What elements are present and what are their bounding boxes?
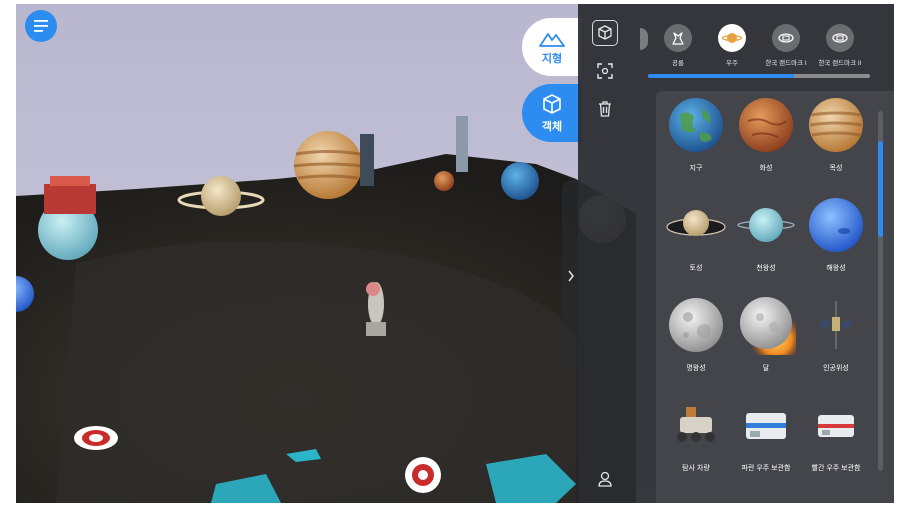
grid-scrollbar[interactable] — [878, 111, 883, 471]
item-label: 화성 — [759, 165, 773, 172]
3d-viewport[interactable]: 지형 객체 공룡 우주 한국 랜드마크 I 한국 랜드마크 II 지구 화성 목… — [16, 4, 894, 503]
landmark-icon — [826, 24, 854, 52]
item-label: 해왕성 — [826, 265, 846, 272]
item-earth[interactable]: 지구 — [662, 95, 730, 191]
cube-icon — [598, 25, 612, 40]
item-label: 탐사 차량 — [682, 465, 710, 472]
blue-storage-thumbnail — [746, 413, 786, 439]
item-saturn[interactable]: 토성 — [662, 195, 730, 291]
moon-thumbnail — [740, 297, 796, 355]
item-uranus[interactable]: 천왕성 — [732, 195, 800, 291]
item-moon[interactable]: 달 — [732, 295, 800, 391]
earth-thumbnail — [669, 98, 723, 152]
category-label: 공룡 — [672, 60, 684, 67]
object-tool-button[interactable] — [592, 20, 618, 46]
item-label: 명왕성 — [686, 365, 706, 372]
object-grid: 지구 화성 목성 토성 천왕성 해왕성 명왕성 달 인공위성 탐사 차량 파란 … — [656, 91, 894, 503]
item-label: 목성 — [829, 165, 843, 172]
category-label: 한국 랜드마크 II — [818, 60, 862, 67]
dinosaur-icon — [664, 24, 692, 52]
item-label: 파란 우주 보관함 — [741, 465, 791, 472]
red-storage-thumbnail — [818, 415, 854, 437]
uranus-thumbnail — [737, 208, 795, 242]
mars-thumbnail — [739, 98, 793, 152]
chevron-right-icon — [568, 270, 575, 282]
item-pluto[interactable]: 명왕성 — [662, 295, 730, 391]
item-red-storage[interactable]: 빨간 우주 보관함 — [802, 395, 870, 491]
item-label: 지구 — [689, 165, 703, 172]
category-bar: 공룡 우주 한국 랜드마크 I 한국 랜드마크 II — [646, 24, 894, 78]
category-landmark-2[interactable]: 한국 랜드마크 II — [808, 24, 872, 67]
item-mars[interactable]: 화성 — [732, 95, 800, 191]
category-label: 우주 — [726, 60, 738, 67]
item-label: 천왕성 — [756, 265, 776, 272]
user-icon — [598, 471, 612, 487]
tool-column — [578, 4, 633, 503]
item-label: 달 — [762, 365, 770, 372]
item-blue-storage[interactable]: 파란 우주 보관함 — [732, 395, 800, 491]
item-neptune[interactable]: 해왕성 — [802, 195, 870, 291]
focus-icon — [597, 63, 613, 79]
object-mode-button[interactable]: 객체 — [522, 84, 582, 142]
object-library-panel: 공룡 우주 한국 랜드마크 I 한국 랜드마크 II 지구 화성 목성 토성 천… — [578, 4, 894, 503]
terrain-mode-label: 지형 — [541, 52, 563, 65]
landmark-icon — [772, 24, 800, 52]
item-label: 인공위성 — [823, 365, 849, 372]
object-mode-label: 객체 — [541, 120, 563, 133]
hamburger-icon — [34, 20, 48, 32]
item-label: 빨간 우주 보관함 — [811, 465, 861, 472]
category-label: 한국 랜드마크 I — [765, 60, 807, 67]
menu-button[interactable] — [25, 10, 57, 42]
user-button[interactable] — [592, 466, 618, 492]
trash-icon — [599, 101, 611, 117]
item-satellite[interactable]: 인공위성 — [802, 295, 870, 391]
neptune-thumbnail — [809, 198, 863, 252]
item-rover[interactable]: 탐사 차량 — [662, 395, 730, 491]
saturn-thumbnail — [666, 210, 726, 236]
focus-tool-button[interactable] — [592, 58, 618, 84]
category-scrollbar-thumb[interactable] — [648, 74, 794, 78]
satellite-thumbnail — [819, 301, 853, 349]
item-jupiter[interactable]: 목성 — [802, 95, 870, 191]
rover-thumbnail — [677, 407, 715, 442]
grid-scrollbar-thumb[interactable] — [878, 141, 883, 237]
cube-icon — [543, 93, 561, 114]
delete-tool-button[interactable] — [592, 96, 618, 122]
planet-icon — [718, 24, 746, 52]
terrain-mode-button[interactable]: 지형 — [522, 18, 582, 76]
item-label: 토성 — [689, 265, 703, 272]
mountain-icon — [539, 32, 565, 47]
pluto-thumbnail — [669, 298, 723, 352]
jupiter-thumbnail — [809, 98, 863, 152]
category-scrollbar[interactable] — [648, 74, 870, 78]
